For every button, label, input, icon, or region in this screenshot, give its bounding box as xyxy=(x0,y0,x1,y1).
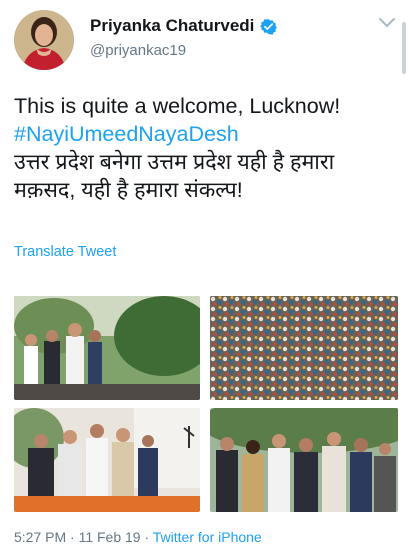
translate-tweet-link[interactable]: Translate Tweet xyxy=(14,244,116,260)
scrollbar[interactable] xyxy=(402,22,406,74)
media-photo-1[interactable] xyxy=(14,296,200,400)
author-name[interactable]: Priyanka Chaturvedi xyxy=(90,16,254,36)
media-photo-2[interactable] xyxy=(210,296,398,400)
tweet-footer: 5:27 PM · 11 Feb 19 · Twitter for iPhone xyxy=(14,529,262,545)
tweet-text: This is quite a welcome, Lucknow! #NayiU… xyxy=(14,92,402,204)
chevron-down-icon[interactable] xyxy=(378,16,396,30)
tweet-timestamp[interactable]: 5:27 PM · 11 Feb 19 · xyxy=(14,529,153,545)
photo-image xyxy=(14,296,200,400)
photo-image xyxy=(210,408,398,512)
tweet-line: This is quite a welcome, Lucknow! xyxy=(14,94,341,118)
media-photo-3[interactable] xyxy=(14,408,200,512)
hashtag-link[interactable]: #NayiUmeedNayaDesh xyxy=(14,120,402,148)
media-grid xyxy=(14,296,398,512)
tweet-line: उत्तर प्रदेश बनेगा उत्तम प्रदेश यही है ह… xyxy=(14,150,335,174)
photo-image xyxy=(14,408,200,512)
tweet-line: मक़सद, यही है हमारा संकल्प! xyxy=(14,178,243,202)
media-photo-4[interactable] xyxy=(210,408,398,512)
author-name-row: Priyanka Chaturvedi xyxy=(90,16,278,36)
tweet-source-link[interactable]: Twitter for iPhone xyxy=(153,529,262,545)
author-avatar[interactable] xyxy=(14,10,74,70)
photo-image xyxy=(210,296,398,400)
avatar-image xyxy=(14,10,74,70)
verified-badge-icon xyxy=(260,18,278,35)
author-handle[interactable]: @priyankac19 xyxy=(90,42,186,59)
